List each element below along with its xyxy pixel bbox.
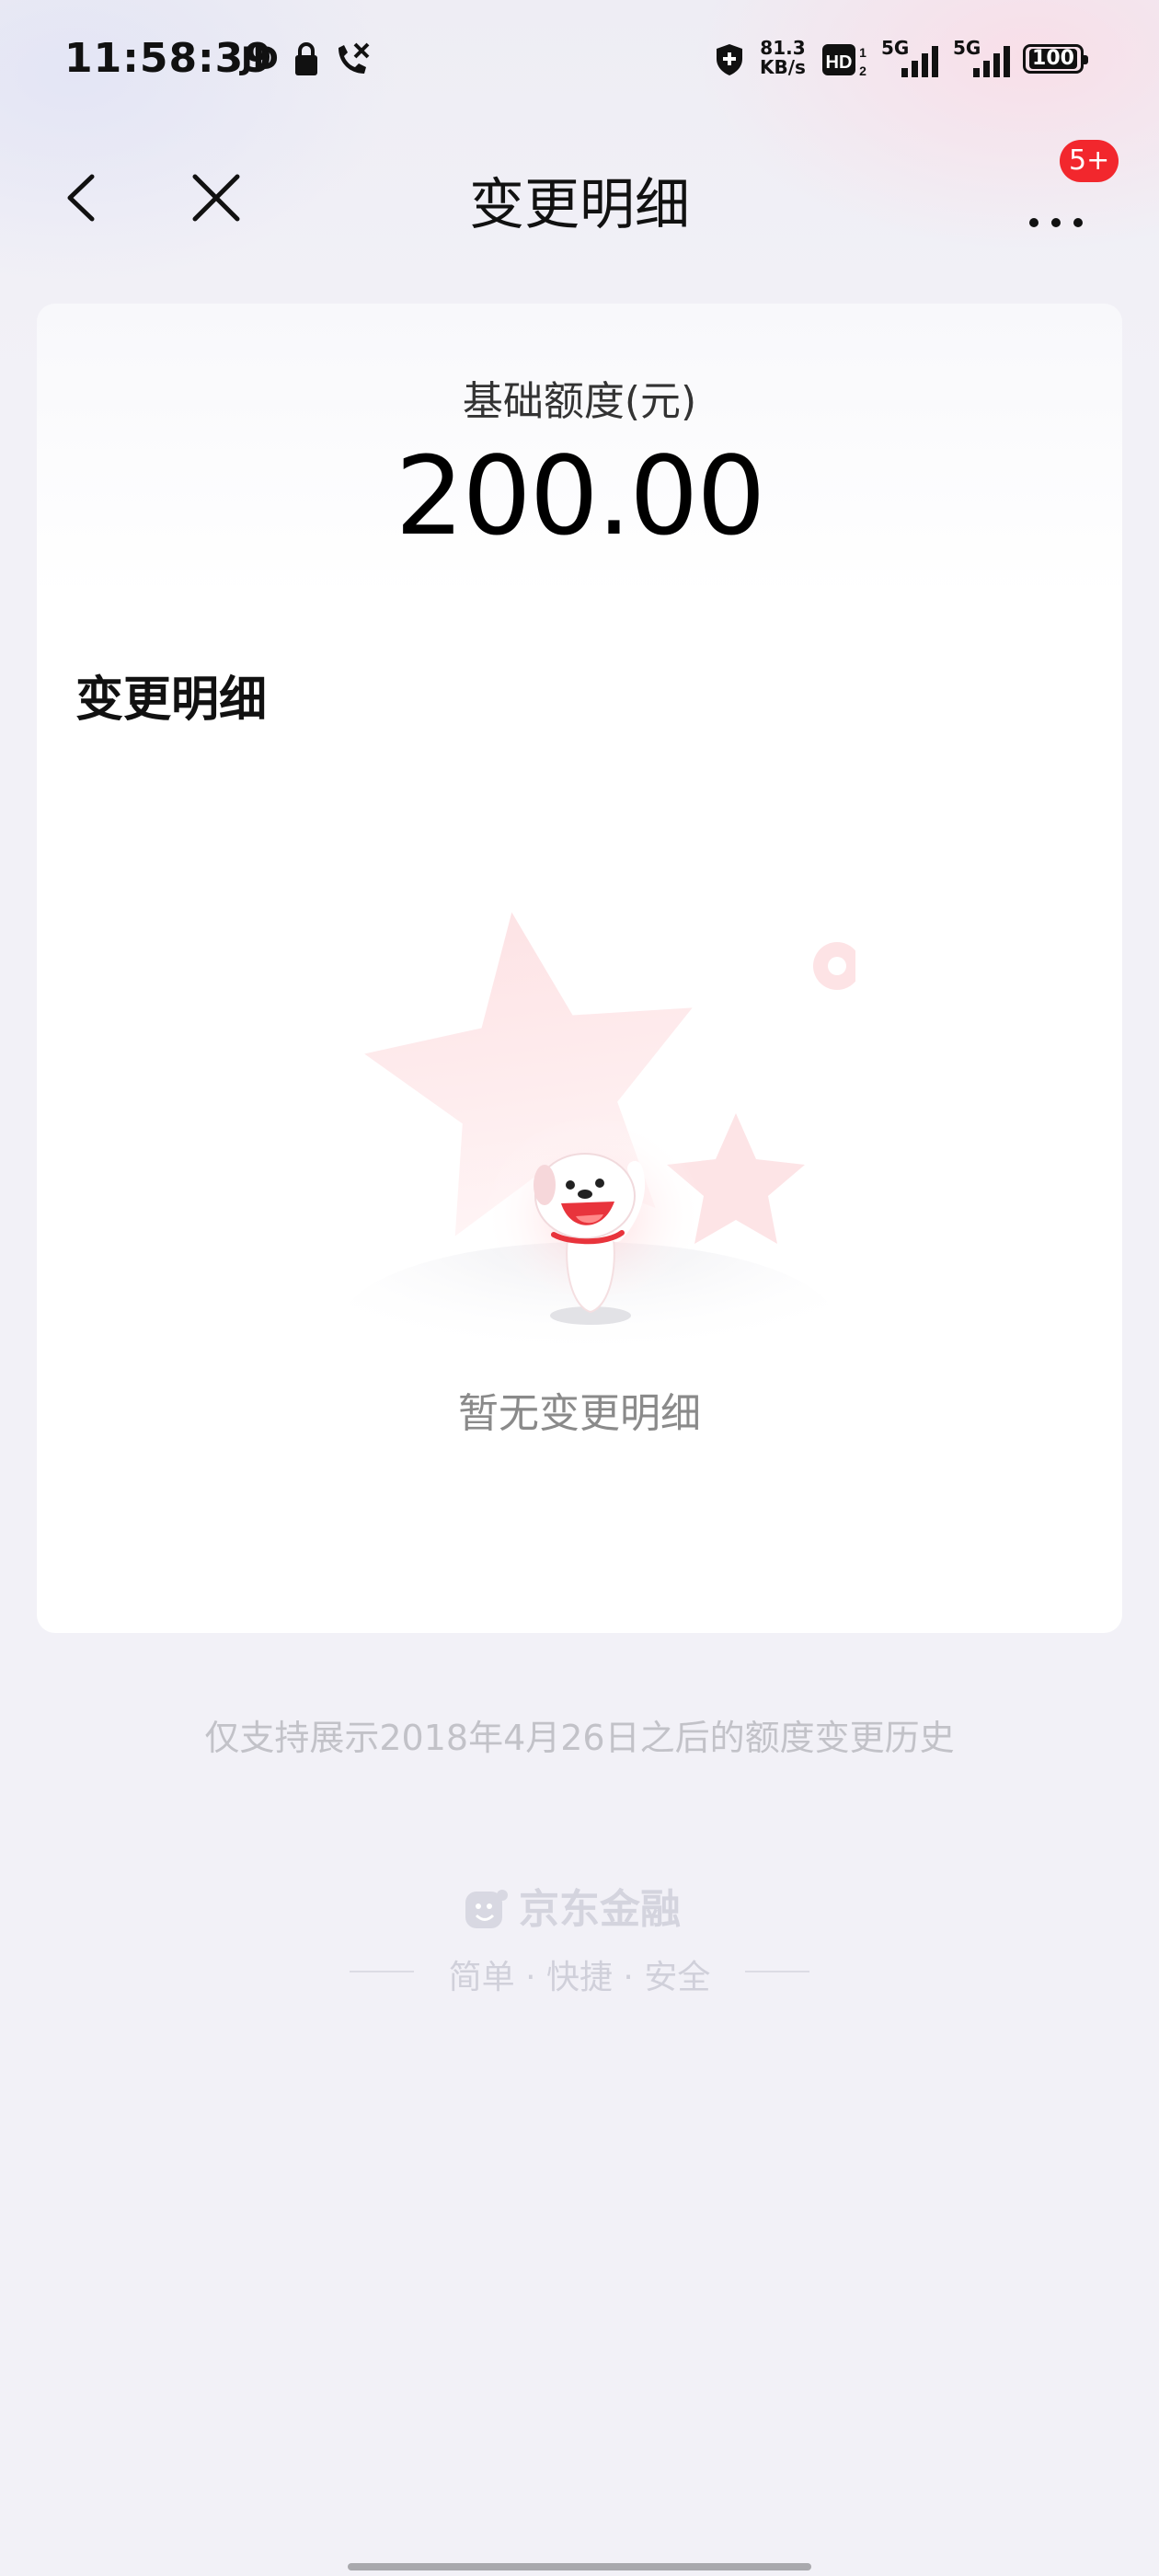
- shield-icon: [717, 44, 742, 75]
- notification-badge: 5+: [1060, 140, 1119, 182]
- hd-voice-icon: HD 1 2: [822, 44, 866, 78]
- battery-level: 100: [1029, 49, 1077, 69]
- credit-label: 基础额度(元): [462, 378, 697, 425]
- call-forward-icon: [339, 42, 370, 74]
- battery-icon: 100: [1023, 44, 1088, 74]
- network-speed-value: 81.3: [760, 37, 806, 59]
- empty-state-text: 暂无变更明细: [458, 1390, 701, 1437]
- brand-footer: 京东金融 简单 · 快捷 · 安全: [350, 1884, 809, 1996]
- svg-text:2: 2: [859, 63, 866, 78]
- hd-label: HD: [826, 52, 853, 73]
- status-bar: 11:58:39 JD 81.3 KB/s HD 1 2 5G 5G 100: [0, 0, 1159, 120]
- signal-bars-icon: [901, 46, 938, 77]
- network-speed-unit: KB/s: [760, 56, 806, 78]
- home-indicator[interactable]: [348, 2563, 811, 2570]
- credit-card-panel: 基础额度(元) 200.00 变更明细 暂无变更明细: [37, 304, 1122, 1633]
- section-title: 变更明细: [75, 673, 268, 728]
- jd-app-indicator: JD: [241, 40, 279, 77]
- page-title: 变更明细: [469, 173, 690, 237]
- brand-slogan: 简单 · 快捷 · 安全: [448, 1959, 711, 1996]
- credit-value: 200.00: [395, 432, 766, 559]
- svg-text:1: 1: [859, 45, 866, 60]
- jd-dog-logo-icon: [465, 1890, 508, 1928]
- signal-5g-2: 5G: [953, 37, 1014, 83]
- lock-icon: [295, 42, 317, 75]
- nav-bar: 变更明细: [0, 138, 1159, 258]
- empty-state-illustration: [340, 912, 855, 1371]
- signal-bars-icon: [973, 46, 1010, 77]
- signal-5g-1: 5G: [881, 37, 942, 83]
- brand-name: 京东金融: [519, 1886, 681, 1933]
- divider-right: [745, 1971, 809, 1972]
- network-speed: 81.3 KB/s: [760, 39, 806, 77]
- history-note: 仅支持展示2018年4月26日之后的额度变更历史: [204, 1718, 955, 1758]
